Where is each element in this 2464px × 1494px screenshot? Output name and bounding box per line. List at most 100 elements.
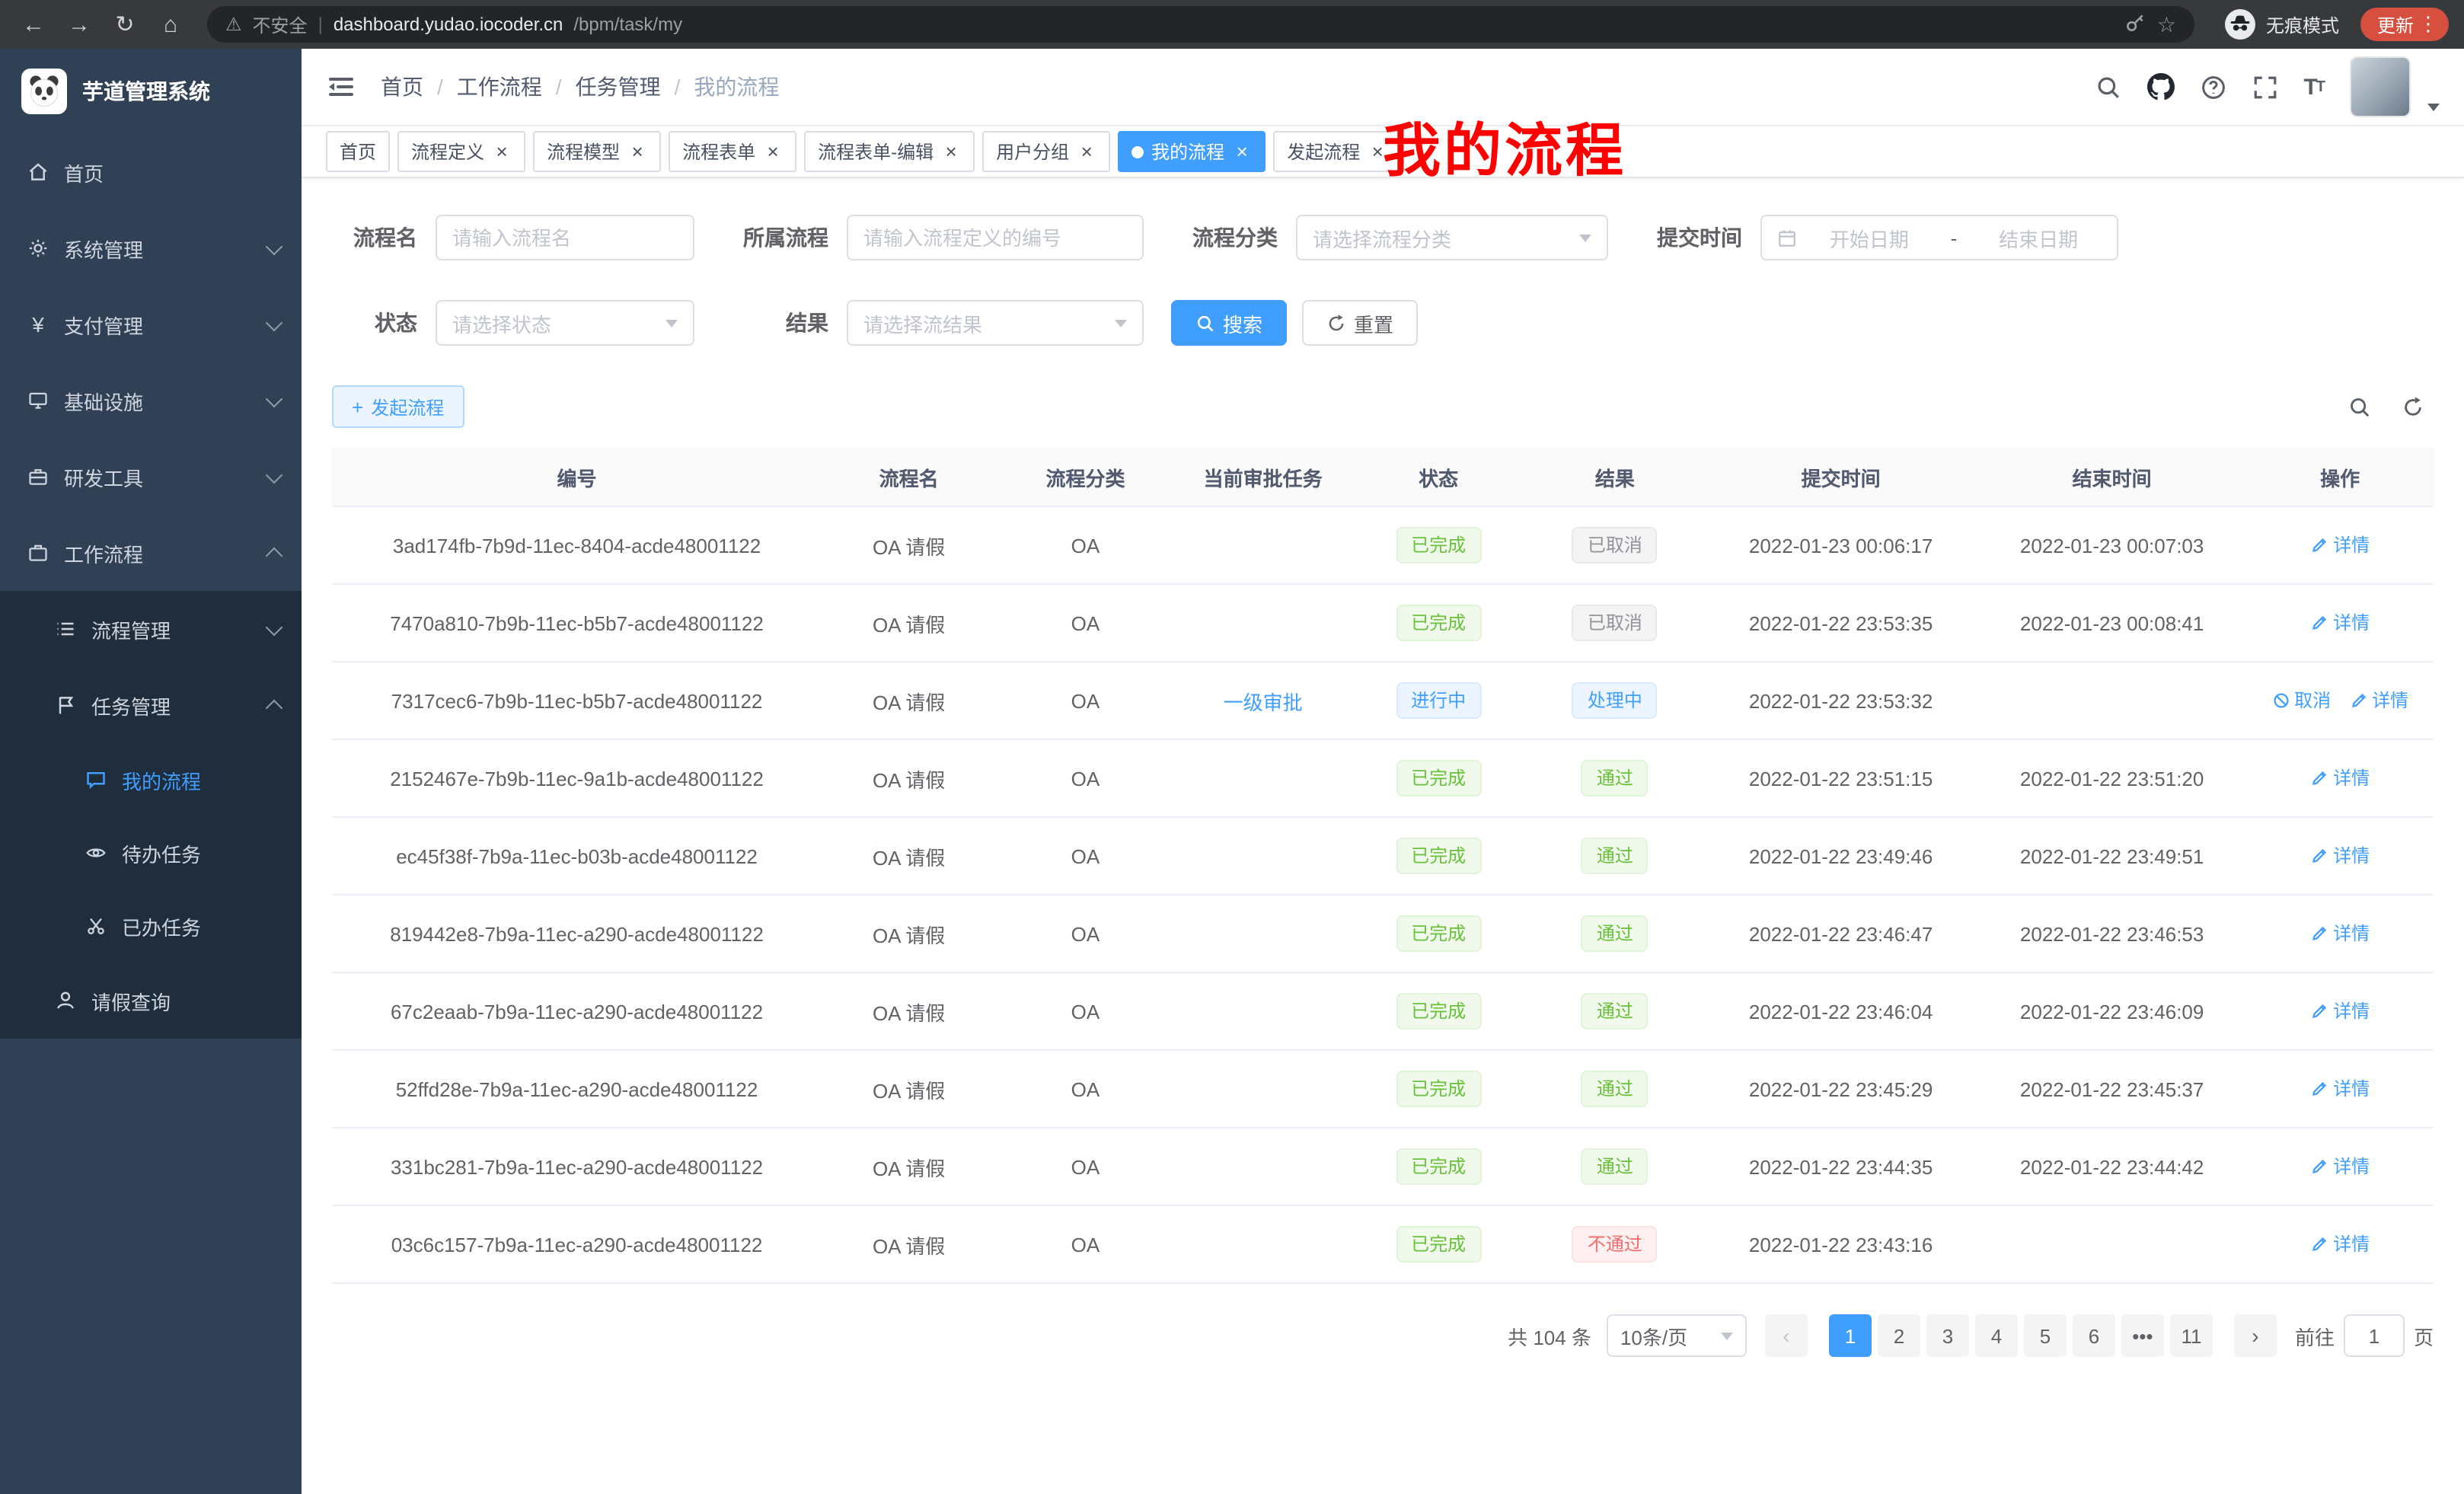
browser-menu-icon[interactable]: ⋮ [2418,12,2438,37]
column-header: 流程名 [822,448,996,506]
refresh-table-icon[interactable] [2402,395,2424,418]
filter-label: 状态 [332,308,436,338]
breadcrumb-home[interactable]: 首页 [381,72,423,102]
close-tab-icon[interactable]: × [627,142,647,161]
start-process-button[interactable]: + 发起流程 [332,385,464,428]
fullscreen-icon[interactable] [2252,74,2277,100]
sidebar-item-task-management[interactable]: 任务管理 [0,667,302,743]
close-tab-icon[interactable]: × [763,142,783,161]
cancel-link[interactable]: 取消 [2271,688,2331,713]
status-select[interactable]: 请选择状态 [436,300,694,346]
app-logo-row[interactable]: 芋道管理系统 [0,49,302,134]
breadcrumb-task-management[interactable]: 任务管理 [576,72,661,102]
sidebar-item-home[interactable]: 首页 [0,134,302,210]
close-tab-icon[interactable]: × [1368,142,1387,161]
detail-link[interactable]: 详情 [2310,998,2370,1024]
detail-link[interactable]: 详情 [2310,610,2370,636]
update-button[interactable]: 更新 ⋮ [2360,8,2449,41]
toggle-search-icon[interactable] [2348,395,2371,418]
result-select[interactable]: 请选择流结果 [847,300,1144,346]
browser-forward-icon[interactable]: → [61,6,97,43]
sidebar-item-system[interactable]: 系统管理 [0,210,302,286]
avatar-caret-icon[interactable] [2427,104,2440,111]
pagination-page-11[interactable]: 11 [2170,1314,2213,1357]
sidebar-item-leave-query[interactable]: 请假查询 [0,962,302,1039]
date-range-picker[interactable]: 开始日期 - 结束日期 [1760,215,2118,260]
search-icon[interactable] [2095,74,2121,100]
sidebar-item-my-process[interactable]: 我的流程 [0,743,302,816]
detail-link[interactable]: 详情 [2310,921,2370,947]
process-definition-input[interactable] [847,215,1144,260]
security-label[interactable]: 不安全 [253,11,308,37]
status-badge: 已完成 [1396,605,1481,641]
search-button[interactable]: 搜索 [1171,300,1287,346]
page-size-select[interactable]: 10条/页 [1607,1314,1747,1357]
detail-link[interactable]: 详情 [2310,1231,2370,1257]
table-row: 7317cec6-7b9b-11ec-b5b7-acde48001122OA 请… [332,662,2434,739]
detail-link[interactable]: 详情 [2310,1154,2370,1180]
password-key-icon[interactable] [2125,11,2146,37]
breadcrumb-workflow[interactable]: 工作流程 [457,72,542,102]
pagination-page-3[interactable]: 3 [1926,1314,1969,1357]
goto-page-input[interactable] [2344,1314,2405,1357]
close-tab-icon[interactable]: × [941,142,961,161]
sidebar-toggle-icon[interactable] [326,72,356,102]
sidebar-item-done-tasks[interactable]: 已办任务 [0,889,302,962]
sidebar-item-devtools[interactable]: 研发工具 [0,439,302,515]
process-name: OA 请假 [822,506,996,584]
page-content: 流程名 所属流程 流程分类 请选择流程分类 提交时间 [302,178,2464,1403]
user-avatar[interactable] [2350,56,2411,117]
detail-link[interactable]: 详情 [2310,532,2370,558]
browser-home-icon[interactable]: ⌂ [152,6,189,43]
detail-link[interactable]: 详情 [2310,843,2370,869]
reset-button[interactable]: 重置 [1302,300,1418,346]
pagination-page-1[interactable]: 1 [1829,1314,1872,1357]
chevron-down-icon [266,238,283,255]
bookmark-star-icon[interactable]: ☆ [2157,11,2176,37]
refresh-icon [1326,313,1346,333]
browser-reload-icon[interactable]: ↻ [107,6,143,43]
sidebar-item-workflow[interactable]: 工作流程 [0,515,302,591]
tab-item[interactable]: 首页 [326,131,390,172]
plus-icon: + [352,395,363,418]
pagination-page-2[interactable]: 2 [1878,1314,1920,1357]
close-tab-icon[interactable]: × [1232,142,1252,161]
status-badge-cell: 已完成 [1352,739,1526,817]
close-tab-icon[interactable]: × [492,142,512,161]
detail-link[interactable]: 详情 [2310,1076,2370,1102]
pagination-page-4[interactable]: 4 [1975,1314,2018,1357]
pagination-page-6[interactable]: 6 [2073,1314,2115,1357]
current-task-link[interactable]: 一级审批 [1224,691,1303,713]
tab-label: 首页 [340,139,376,164]
tab-item-active[interactable]: 我的流程× [1118,131,1266,172]
tab-item[interactable]: 流程表单× [669,131,796,172]
current-task [1175,739,1352,817]
process-name-input[interactable] [436,215,694,260]
tab-item[interactable]: 用户分组× [982,131,1110,172]
github-icon[interactable] [2146,73,2174,101]
sidebar-item-todo-tasks[interactable]: 待办任务 [0,816,302,889]
font-size-icon[interactable]: TT [2303,74,2324,100]
tab-item[interactable]: 流程表单-编辑× [804,131,975,172]
sidebar-item-infrastructure[interactable]: 基础设施 [0,362,302,439]
pagination-next[interactable]: › [2234,1314,2277,1357]
sidebar-item-payment[interactable]: ¥ 支付管理 [0,286,302,362]
tab-item[interactable]: 流程模型× [533,131,661,172]
tab-item[interactable]: 发起流程× [1273,131,1401,172]
detail-link[interactable]: 详情 [2310,765,2370,791]
browser-back-icon[interactable]: ← [15,6,52,43]
category-select[interactable]: 请选择流程分类 [1296,215,1608,260]
sidebar-item-process-management[interactable]: 流程管理 [0,591,302,667]
process-category: OA [996,895,1175,972]
pagination-prev[interactable]: ‹ [1765,1314,1808,1357]
close-tab-icon[interactable]: × [1077,142,1096,161]
process-category: OA [996,584,1175,662]
pagination-page-5[interactable]: 5 [2024,1314,2067,1357]
status-badge: 已完成 [1396,1071,1481,1107]
detail-link[interactable]: 详情 [2349,688,2408,713]
url-bar[interactable]: ⚠ 不安全 | dashboard.yudao.iocoder.cn/bpm/t… [207,6,2194,43]
pagination-more[interactable]: ••• [2121,1314,2164,1357]
tab-item[interactable]: 流程定义× [397,131,525,172]
help-icon[interactable] [2200,74,2226,100]
pagination-total: 共 104 条 [1508,1321,1591,1350]
